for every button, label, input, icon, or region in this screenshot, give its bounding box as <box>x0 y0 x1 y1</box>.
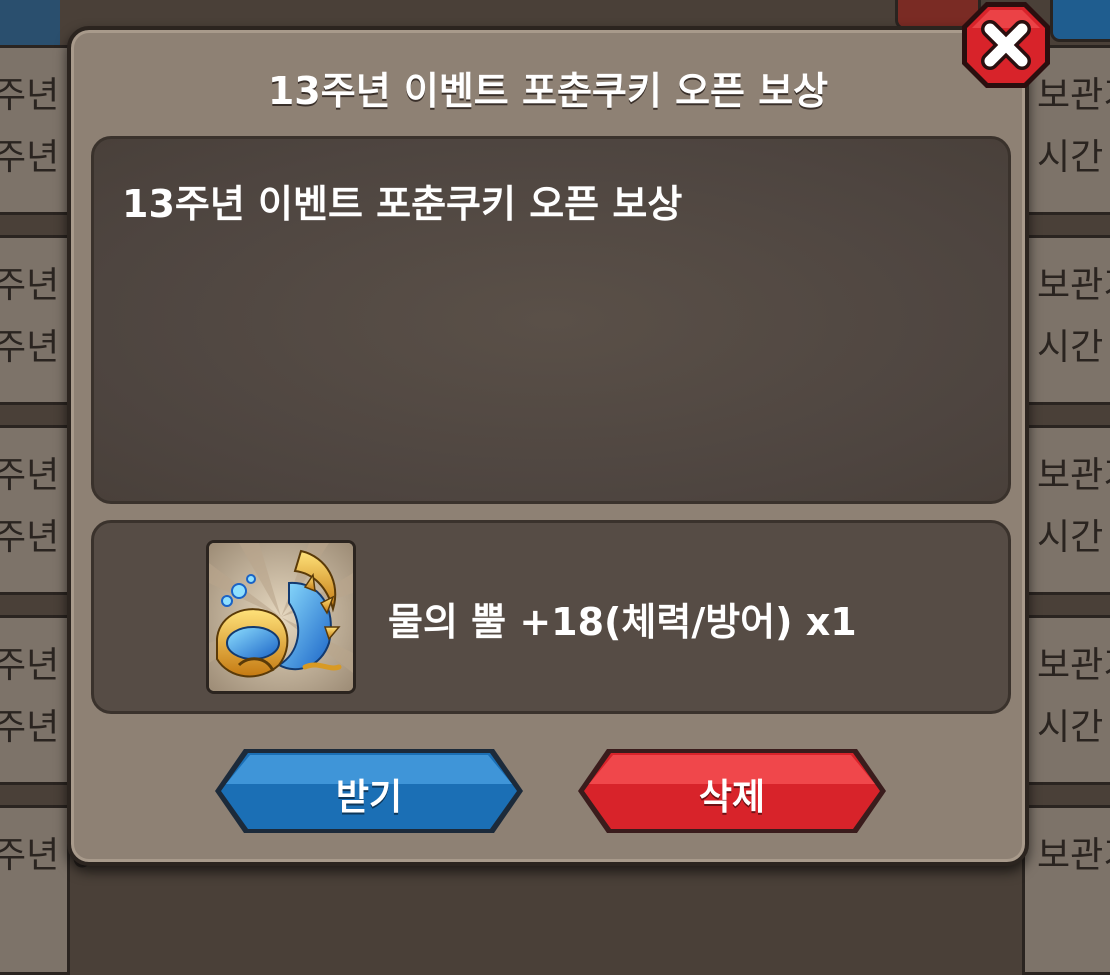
background-row-text: 보관기 <box>1037 455 1110 496</box>
delete-button-label: 삭제 <box>698 777 766 818</box>
background-mail-row: 주년 0 <box>0 805 94 975</box>
delete-button[interactable]: 삭제 <box>575 746 889 836</box>
receive-button[interactable]: 받기 <box>212 746 526 836</box>
background-mail-row: 보관기 시간 5 <box>1022 235 1110 405</box>
background-row-text: 시간 5 <box>1037 707 1110 748</box>
background-row-text: 시간 5 <box>1037 517 1110 558</box>
reward-text: 물의 뿔 +18(체력/방어) x1 <box>388 600 857 644</box>
background-row-text: 보관기 <box>1037 645 1110 686</box>
popup-title: 13주년 이벤트 포춘쿠키 오픈 보상 <box>267 69 829 113</box>
water-horn-icon <box>206 540 356 694</box>
background-mail-row: 주년 0 주년 0 <box>0 45 94 215</box>
message-panel: 13주년 이벤트 포춘쿠키 오픈 보상 <box>91 136 1011 504</box>
message-text: 13주년 이벤트 포춘쿠키 오픈 보상 <box>122 182 683 226</box>
background-row-text: 시간 5 <box>1037 137 1110 178</box>
reward-popup: 13주년 이벤트 포춘쿠키 오픈 보상 13주년 이벤트 포춘쿠키 오픈 보상 <box>67 26 1029 866</box>
background-tab <box>0 0 60 50</box>
background-blue-tab <box>1050 0 1110 42</box>
background-mail-row: 보관기 <box>1022 805 1110 975</box>
background-mail-row: 주년 0 주년 0 <box>0 425 94 595</box>
close-icon <box>962 2 1050 88</box>
receive-button-label: 받기 <box>335 777 403 818</box>
background-mail-row: 보관기 시간 5 <box>1022 425 1110 595</box>
background-mail-row: 주년 0 주년 0 <box>0 615 94 785</box>
background-row-text: 보관기 <box>1037 835 1110 876</box>
background-row-text: 보관기 <box>1037 265 1110 306</box>
background-mail-row: 보관기 시간 5 <box>1022 615 1110 785</box>
background-mail-row: 주년 0 주년 0 <box>0 235 94 405</box>
reward-panel: 물의 뿔 +18(체력/방어) x1 <box>91 520 1011 714</box>
close-button[interactable] <box>960 0 1052 90</box>
background-row-text: 시간 5 <box>1037 327 1110 368</box>
